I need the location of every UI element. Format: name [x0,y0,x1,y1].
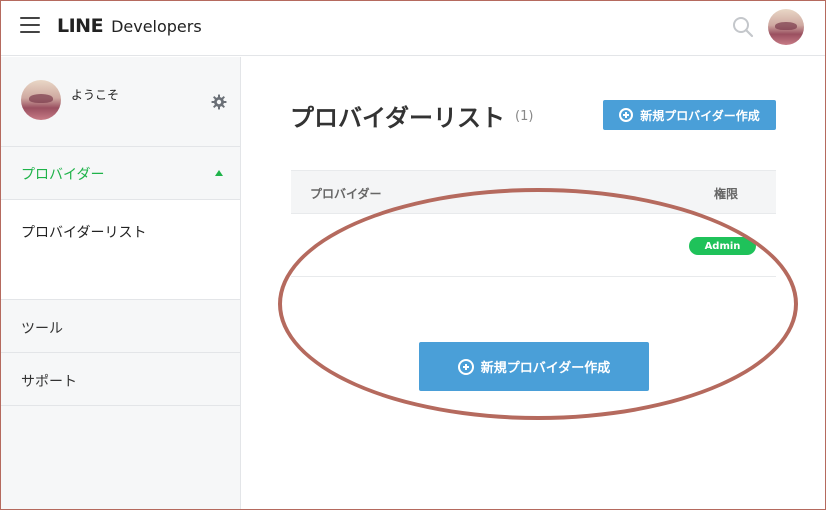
hamburger-menu-icon[interactable] [20,17,40,35]
sidebar-item-label: ツール [21,321,63,337]
search-icon[interactable] [732,16,754,38]
caret-up-icon [215,170,223,176]
sidebar-profile: ようこそ [0,57,240,147]
app-logo[interactable]: LINE Developers [57,15,202,37]
sidebar-subnav: プロバイダーリスト [0,200,240,300]
role-badge: Admin [689,237,756,255]
plus-circle-icon [457,358,474,375]
sidebar-item-label: サポート [21,374,77,390]
sidebar-item-support[interactable]: サポート [0,353,240,406]
column-header-provider: プロバイダー [310,187,382,201]
table-header: プロバイダー 権限 [291,170,776,214]
page-title: プロバイダーリスト [290,104,506,132]
sidebar: ようこそ プロバイダー プロバイダーリスト ツール サポート [0,57,241,510]
table-row[interactable]: Admin [291,214,776,277]
create-provider-label: 新規プロバイダー作成 [640,108,760,123]
plus-circle-icon [619,108,634,122]
sidebar-item-tools[interactable]: ツール [0,300,240,353]
gear-icon[interactable] [211,94,227,110]
column-header-role: 権限 [714,187,739,201]
provider-table: プロバイダー 権限 Admin [291,170,776,277]
create-provider-center-button[interactable]: 新規プロバイダー作成 [419,342,649,391]
create-provider-button[interactable]: 新規プロバイダー作成 [603,100,776,130]
sidebar-section-label: プロバイダー [21,167,105,183]
provider-count: (1) [515,109,534,124]
user-avatar[interactable] [768,9,804,45]
logo-brand: LINE [57,15,104,37]
sidebar-section-provider[interactable]: プロバイダー [0,147,240,200]
logo-subtitle: Developers [111,17,202,36]
top-header: LINE Developers [0,0,826,56]
welcome-text: ようこそ [71,88,120,102]
create-provider-center-label: 新規プロバイダー作成 [480,361,611,376]
profile-avatar [21,80,61,120]
sidebar-item-provider-list[interactable]: プロバイダーリスト [21,222,146,242]
